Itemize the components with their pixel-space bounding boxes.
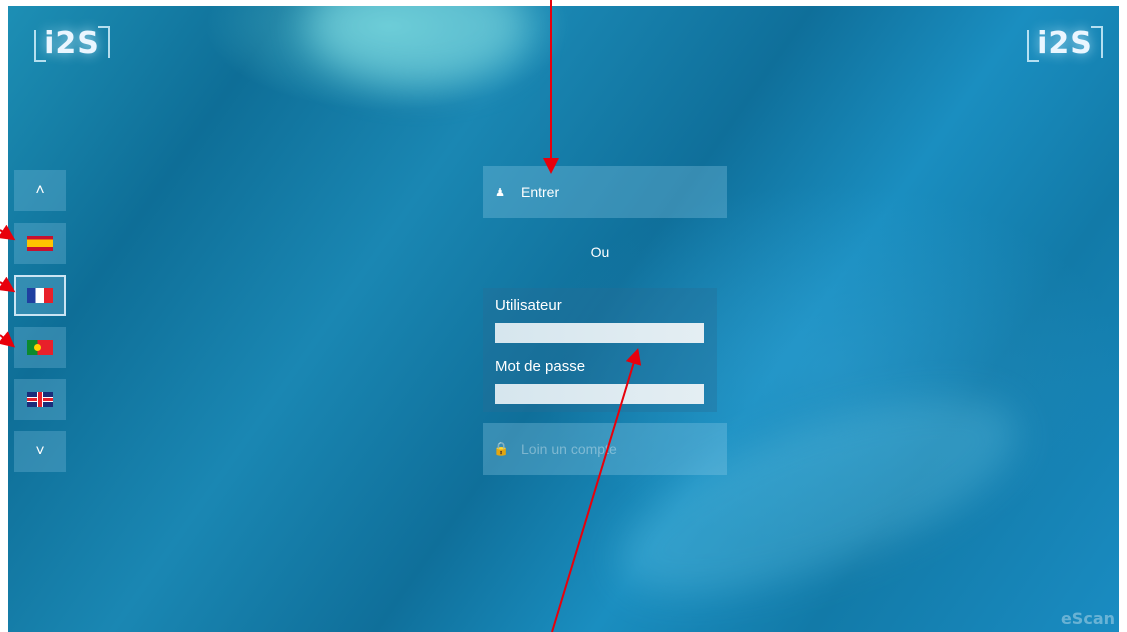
logo-text: i2S: [44, 26, 100, 61]
i2s-logo-right: i2S: [1027, 24, 1103, 64]
uk-flag-icon: [27, 392, 53, 407]
background-streak: [308, 6, 528, 86]
logo-bracket: [98, 26, 110, 58]
spain-flag-icon: [27, 236, 53, 251]
enter-button[interactable]: ♟ Entrer: [483, 166, 727, 218]
escan-watermark: eScan: [1060, 609, 1115, 628]
account-button-label: Loin un compte: [521, 441, 617, 457]
logo-bracket: [1091, 26, 1103, 58]
logo-bracket: [1027, 30, 1039, 62]
password-label: Mot de passe: [495, 358, 586, 375]
language-english-button[interactable]: [14, 379, 66, 420]
username-input[interactable]: [495, 323, 704, 343]
logo-bracket: [34, 30, 46, 62]
france-flag-icon: [27, 288, 53, 303]
language-french-button[interactable]: [14, 275, 66, 316]
language-spanish-button[interactable]: [14, 223, 66, 264]
language-scroll-up-button[interactable]: ˄: [14, 170, 66, 211]
language-portuguese-button[interactable]: [14, 327, 66, 368]
enter-button-label: Entrer: [521, 184, 560, 200]
chevron-down-icon: ˅: [35, 442, 45, 460]
chevron-up-icon: ˄: [35, 181, 45, 199]
language-scroll-down-button[interactable]: ˅: [14, 431, 66, 472]
username-label: Utilisateur: [495, 297, 562, 314]
portugal-flag-icon: [27, 340, 53, 355]
i2s-logo-left: i2S: [34, 24, 110, 64]
password-input[interactable]: [495, 384, 704, 404]
lock-icon: 🔒: [493, 441, 510, 456]
login-screen: i2S i2S ˄ ˅ ♟ Entrer Ou Utilisateur Mot …: [8, 6, 1119, 632]
logo-text: i2S: [1037, 26, 1093, 61]
users-icon: ♟: [495, 186, 505, 199]
credentials-box: Utilisateur Mot de passe: [483, 288, 717, 412]
or-separator: Ou: [590, 244, 610, 260]
account-login-button[interactable]: 🔒 Loin un compte: [483, 423, 727, 475]
